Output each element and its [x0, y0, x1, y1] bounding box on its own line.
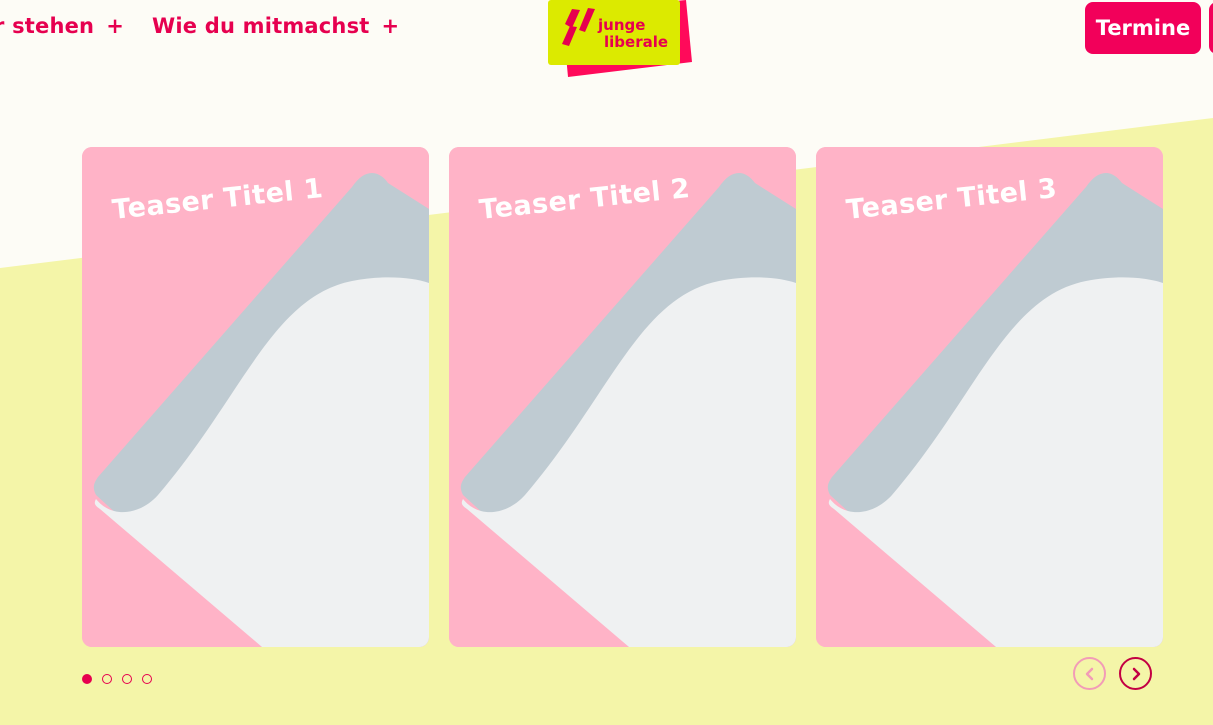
slider-next-button[interactable] — [1119, 657, 1152, 690]
logo-graphic: junge liberale — [548, 0, 692, 77]
teaser-card-3[interactable]: Teaser Titel 3 — [816, 147, 1163, 647]
pagination-dot-4[interactable] — [142, 674, 152, 684]
nav-item-label: r stehen — [0, 14, 95, 38]
slider-prev-button[interactable] — [1073, 657, 1106, 690]
chevron-right-icon — [1132, 667, 1140, 680]
nav-item-label: Wie du mitmachst — [152, 14, 370, 38]
termine-button[interactable]: Termine — [1085, 2, 1201, 54]
plus-icon: + — [106, 14, 124, 38]
teaser-card-2[interactable]: Teaser Titel 2 — [449, 147, 796, 647]
logo-text-line2: liberale — [604, 33, 668, 51]
nav-item-wofuer-wir-stehen[interactable]: r stehen + — [0, 14, 124, 38]
junge-liberale-logo[interactable]: junge liberale — [548, 0, 698, 80]
chevron-left-icon — [1085, 667, 1093, 680]
pagination-dot-2[interactable] — [102, 674, 112, 684]
top-navigation: r stehen + Wie du mitmachst + junge libera… — [0, 0, 1213, 80]
logo-text-line1: junge — [597, 16, 645, 34]
menu-button-partial[interactable] — [1209, 2, 1213, 54]
nav-item-wie-du-mitmachst[interactable]: Wie du mitmachst + — [152, 14, 399, 38]
pagination-dot-1[interactable] — [82, 674, 92, 684]
teaser-card-1[interactable]: Teaser Titel 1 — [82, 147, 429, 647]
plus-icon: + — [381, 14, 400, 38]
pagination-dot-3[interactable] — [122, 674, 132, 684]
